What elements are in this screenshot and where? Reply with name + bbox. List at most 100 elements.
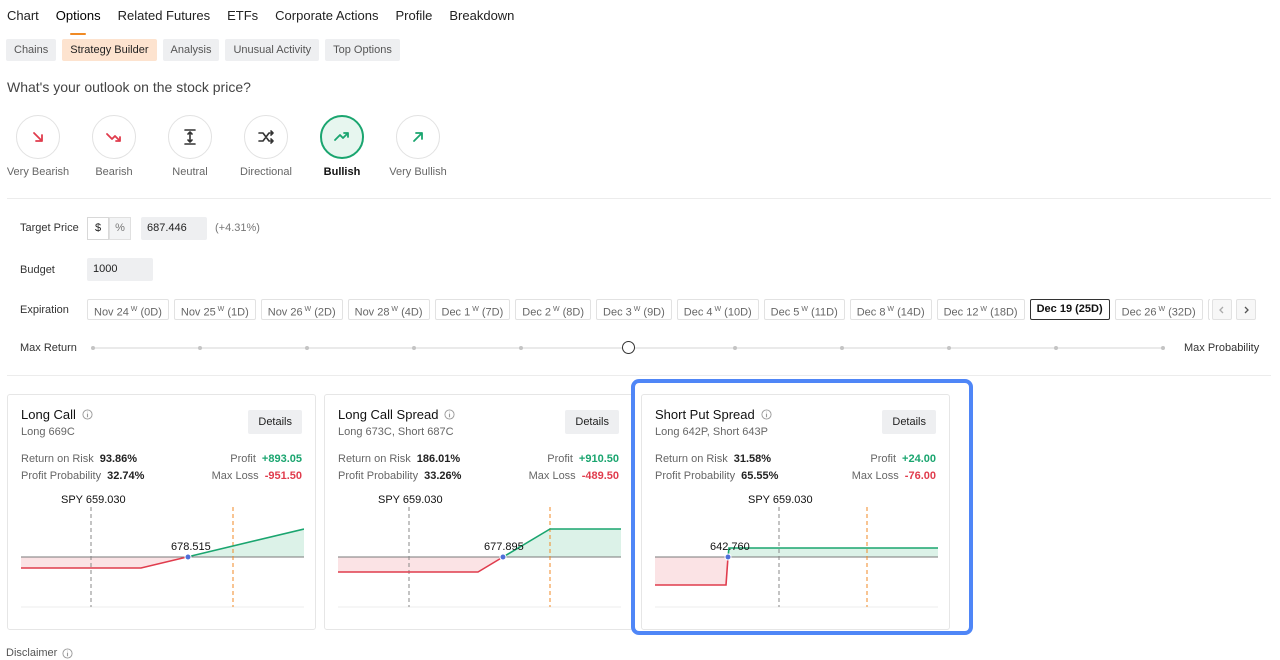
expiration-prev-button[interactable] [1212, 299, 1232, 320]
payoff-chart: 678.515 [21, 507, 304, 608]
profit-probability: Profit Probability 33.26% [338, 470, 462, 482]
slider-tick[interactable] [1161, 346, 1165, 350]
outlook-label: Neutral [172, 166, 208, 178]
tab-options[interactable]: Options [56, 0, 101, 35]
info-icon [62, 647, 73, 659]
slider-tick[interactable] [947, 346, 951, 350]
outlook-directional[interactable]: Directional [228, 115, 304, 178]
expiration-type: W [470, 306, 479, 313]
slider-tick[interactable] [412, 346, 416, 350]
expiration-chip[interactable]: Dec 31 Q (3 [1207, 299, 1210, 320]
slider-tick[interactable] [733, 346, 737, 350]
expiration-chip[interactable]: Dec 2 W (8D) [515, 299, 592, 320]
target-price-change: (+4.31%) [215, 222, 260, 234]
expiration-chip[interactable]: Dec 19 (25D) [1029, 299, 1110, 320]
expiration-days: (4D) [398, 306, 423, 319]
tab-etfs[interactable]: ETFs [227, 0, 258, 30]
expiration-days: (14D) [894, 306, 925, 319]
profit: Profit +910.50 [547, 453, 619, 465]
target-price-input[interactable]: 687.446 [141, 217, 207, 240]
payoff-chart: 642.760 [655, 507, 938, 608]
tab-related-futures[interactable]: Related Futures [118, 0, 211, 30]
expiration-date: Dec 3 [603, 306, 632, 319]
strategy-title: Long Call [21, 407, 93, 422]
slider-tick[interactable] [305, 346, 309, 350]
subtab-unusual-activity[interactable]: Unusual Activity [225, 39, 320, 61]
expiration-chip[interactable]: Nov 28 W (4D) [347, 299, 430, 320]
expiration-chip[interactable]: Nov 25 W (1D) [173, 299, 256, 320]
options-sub-tabs: Chains Strategy Builder Analysis Unusual… [6, 39, 400, 61]
outlook-label: Bullish [323, 166, 361, 178]
trend-down-icon [92, 115, 136, 159]
expiration-next-button[interactable] [1236, 299, 1256, 320]
neutral-range-icon [168, 115, 212, 159]
details-button[interactable]: Details [882, 410, 936, 434]
slider-tick[interactable] [519, 346, 523, 350]
max-probability-label: Max Probability [1184, 342, 1260, 354]
tab-corporate-actions[interactable]: Corporate Actions [275, 0, 378, 30]
slider-tick[interactable] [198, 346, 202, 350]
expiration-chip[interactable]: Dec 5 W (11D) [763, 299, 845, 320]
expiration-date: Dec 1 [441, 306, 471, 319]
breakeven-label: 677.895 [484, 541, 524, 553]
details-button[interactable]: Details [248, 410, 302, 434]
expiration-days: (2D) [311, 306, 336, 319]
tab-breakdown[interactable]: Breakdown [449, 0, 514, 30]
expiration-type: W [799, 306, 808, 313]
strategy-card-short-put-spread[interactable]: Short Put Spread Long 642P, Short 643P D… [641, 394, 950, 630]
info-icon[interactable] [82, 409, 93, 420]
outlook-bearish[interactable]: Bearish [76, 115, 152, 178]
strategy-legs: Long 642P, Short 643P [655, 426, 768, 438]
outlook-very-bearish[interactable]: Very Bearish [0, 115, 76, 178]
slider-tick[interactable] [1054, 346, 1058, 350]
expiration-type: W [551, 306, 560, 313]
slider-tick[interactable] [840, 346, 844, 350]
expiration-chip[interactable]: Dec 3 W (9D) [596, 299, 672, 320]
return-on-risk: Return on Risk 31.58% [655, 453, 772, 465]
info-icon[interactable] [444, 409, 456, 420]
strategy-legs: Long 673C, Short 687C [338, 426, 454, 438]
strategy-card-long-call-spread[interactable]: Long Call Spread Long 673C, Short 687C D… [324, 394, 633, 630]
slider-handle[interactable] [622, 341, 635, 354]
tab-chart[interactable]: Chart [7, 0, 39, 30]
chevron-left-icon [1219, 306, 1224, 313]
subtab-top-options[interactable]: Top Options [325, 39, 400, 61]
expiration-date: Dec 26 [1121, 306, 1157, 319]
info-icon[interactable] [761, 409, 772, 420]
spy-price-label: SPY 659.030 [748, 494, 813, 506]
strategy-card-long-call[interactable]: Long Call Long 669C Details Return on Ri… [7, 394, 316, 630]
expiration-chip[interactable]: Dec 26 W (32D) [1114, 299, 1203, 320]
subtab-chains[interactable]: Chains [6, 39, 57, 61]
outlook-very-bullish[interactable]: Very Bullish [380, 115, 456, 178]
max-loss: Max Loss -76.00 [851, 470, 936, 482]
expiration-date: Dec 19 [1036, 303, 1073, 315]
breakeven-label: 642.760 [710, 541, 750, 553]
budget-input[interactable]: 1000 [87, 258, 153, 281]
expiration-chip[interactable]: Dec 12 W (18D) [936, 299, 1025, 320]
expiration-days: (1D) [224, 306, 249, 319]
profit-probability: Profit Probability 32.74% [21, 470, 145, 482]
expiration-chip[interactable]: Nov 24 W (0D) [87, 299, 169, 320]
subtab-analysis[interactable]: Analysis [162, 39, 220, 61]
expiration-chip[interactable]: Dec 4 W (10D) [676, 299, 759, 320]
subtab-strategy-builder[interactable]: Strategy Builder [62, 39, 157, 61]
dollar-unit-button[interactable]: $ [87, 217, 109, 240]
expiration-chip[interactable]: Dec 8 W (14D) [849, 299, 932, 320]
expiration-days: (18D) [987, 306, 1018, 319]
profit: Profit +893.05 [230, 453, 302, 465]
chevron-right-icon [1244, 306, 1249, 313]
tab-profile[interactable]: Profile [396, 0, 433, 30]
disclaimer[interactable]: Disclaimer [6, 647, 73, 659]
outlook-neutral[interactable]: Neutral [152, 115, 228, 178]
expiration-chip[interactable]: Nov 26 W (2D) [260, 299, 343, 320]
slider-tick[interactable] [91, 346, 95, 350]
expiration-chip[interactable]: Dec 1 W (7D) [434, 299, 511, 320]
percent-unit-button[interactable]: % [109, 217, 131, 240]
outlook-label: Very Bearish [6, 166, 70, 178]
details-button[interactable]: Details [565, 410, 619, 434]
profit: Profit +24.00 [870, 453, 936, 465]
outlook-bullish[interactable]: Bullish [304, 115, 380, 178]
shuffle-icon [244, 115, 288, 159]
loss-area [338, 557, 503, 572]
expiration-type: W [885, 306, 895, 313]
